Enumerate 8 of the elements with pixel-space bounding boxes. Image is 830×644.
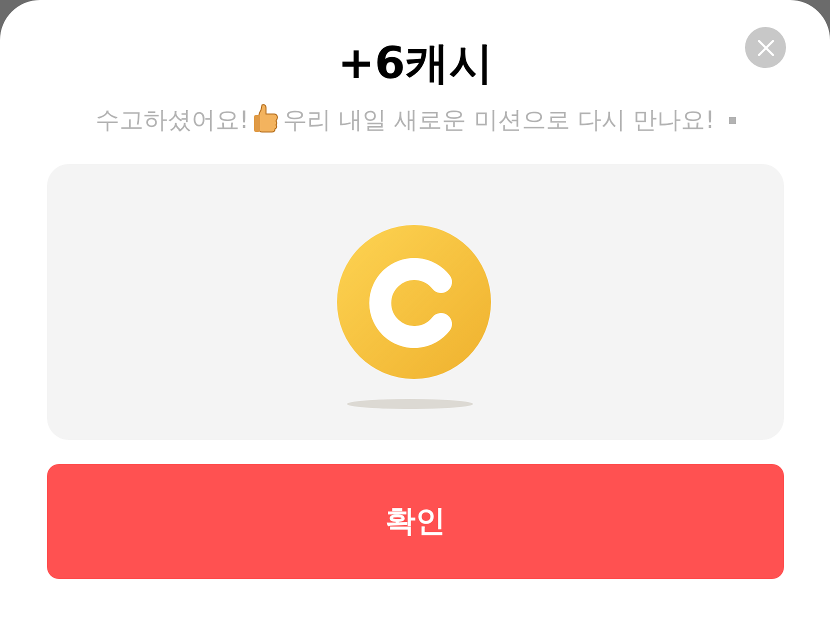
message-text: 우리 내일 새로운 미션으로 다시 만나요! bbox=[282, 105, 715, 136]
close-button[interactable] bbox=[745, 27, 786, 68]
thumbs-up-icon bbox=[252, 102, 279, 134]
dialog-title: +6캐시 bbox=[338, 37, 494, 91]
message-text: 수고하셨어요! bbox=[95, 105, 249, 136]
square-icon bbox=[728, 116, 736, 124]
confirm-button[interactable]: 확인 bbox=[47, 464, 784, 579]
close-icon bbox=[756, 38, 774, 56]
